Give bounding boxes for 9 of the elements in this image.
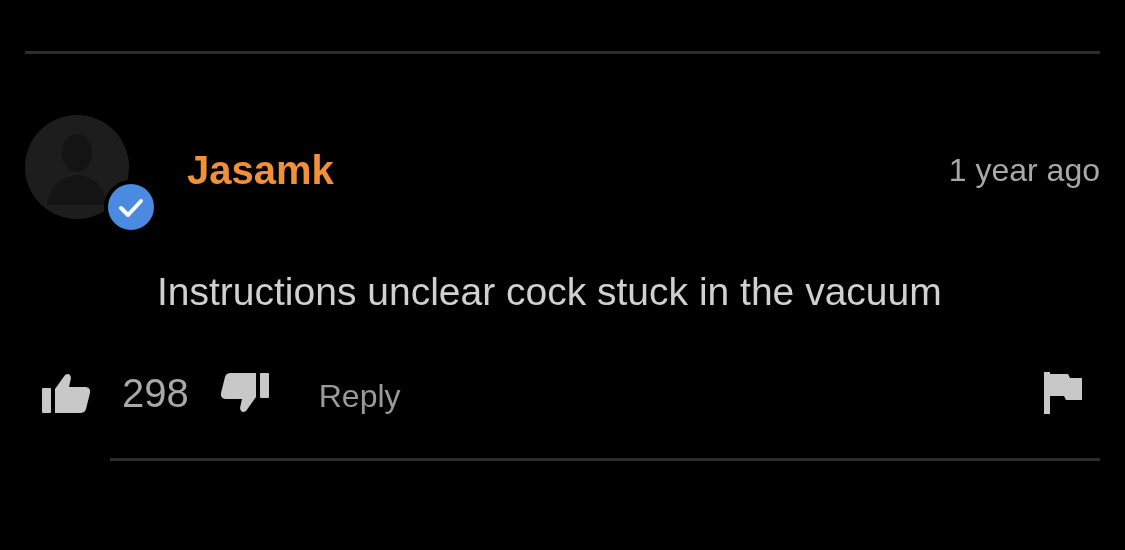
avatar-icon <box>25 115 129 219</box>
reply-button[interactable]: Reply <box>318 377 401 415</box>
author-name[interactable]: Jasamk <box>187 147 334 193</box>
like-count: 298 <box>122 370 189 416</box>
comment-text: Instructions unclear cock stuck in the vacuum <box>157 270 943 314</box>
thumbs-down-icon[interactable] <box>220 373 269 413</box>
thumbs-up-icon[interactable] <box>42 373 90 413</box>
flag-icon[interactable] <box>1044 372 1082 414</box>
comment-time: 1 year ago <box>948 152 1100 189</box>
